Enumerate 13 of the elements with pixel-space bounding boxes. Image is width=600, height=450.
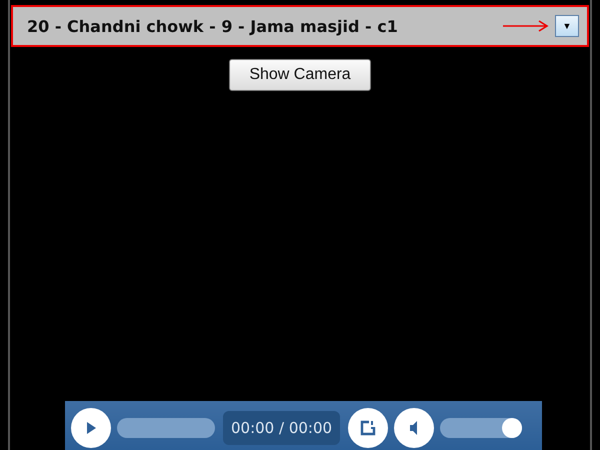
arrow-drawing [503, 20, 549, 32]
dropdown-button[interactable]: ▼ [555, 15, 579, 37]
play-icon [85, 421, 97, 435]
volume-slider[interactable] [440, 418, 522, 438]
camera-title: 20 - Chandni chowk - 9 - Jama masjid - c1 [27, 16, 399, 36]
play-button[interactable] [71, 408, 111, 448]
time-display: 00:00 / 00:00 [223, 411, 340, 445]
show-camera-button[interactable]: Show Camera [229, 59, 371, 91]
fullscreen-button[interactable] [348, 408, 388, 448]
expand-icon [360, 420, 376, 436]
speaker-icon [409, 420, 420, 436]
volume-thumb[interactable] [502, 418, 522, 438]
mute-button[interactable] [394, 408, 434, 448]
